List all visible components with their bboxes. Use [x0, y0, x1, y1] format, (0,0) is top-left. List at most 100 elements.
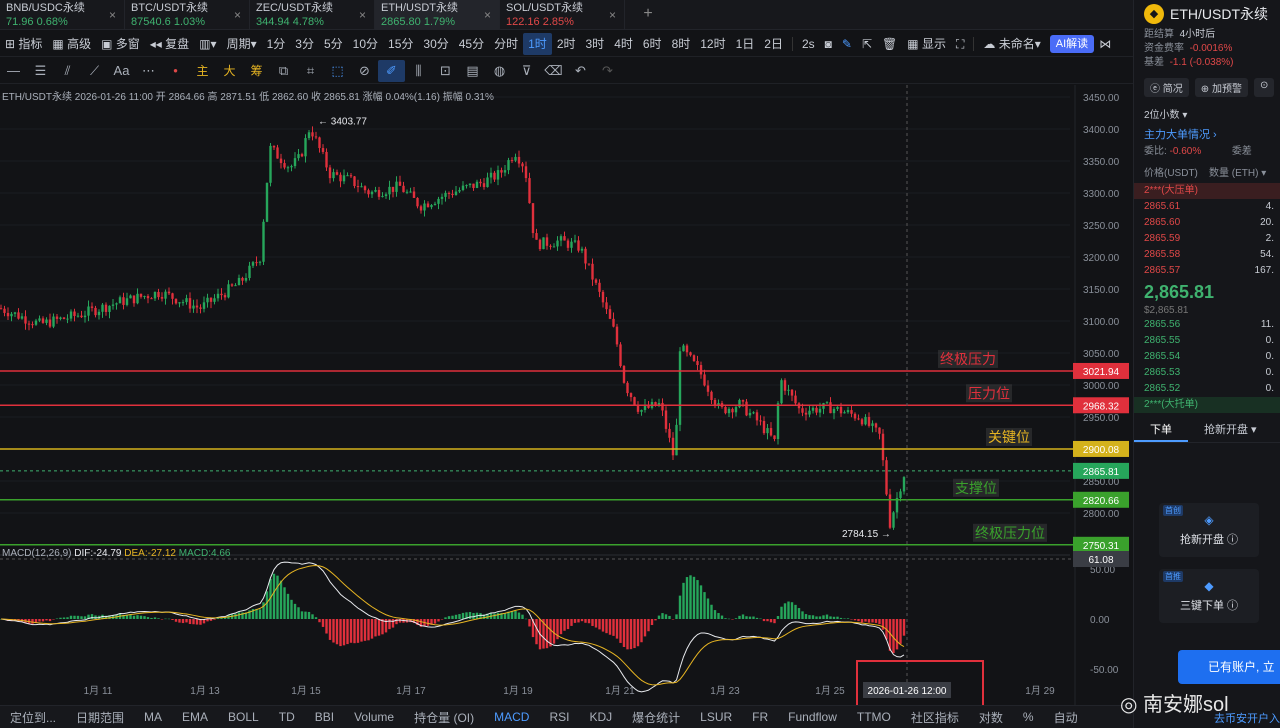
horizontal-line-icon[interactable]: —	[0, 60, 27, 82]
indicator-toggle[interactable]: 定位到...	[0, 709, 66, 726]
select-icon[interactable]: ⬚	[324, 60, 351, 82]
orderbook-row[interactable]: 2865.59 2.	[1134, 231, 1280, 247]
crop-icon[interactable]: ⌗	[297, 60, 324, 82]
alert-button[interactable]: ⊕ 加预警	[1194, 78, 1248, 97]
pen-icon[interactable]: ✎	[837, 33, 857, 55]
indicator-toggle[interactable]: Volume	[344, 710, 404, 724]
interval-button[interactable]: 2日	[759, 33, 788, 55]
interval-button[interactable]: 2时	[552, 33, 581, 55]
indicator-toggle[interactable]: FR	[742, 710, 778, 724]
ai-interpret-button[interactable]: AI解读	[1049, 34, 1095, 53]
indicator-toggle[interactable]: %	[1013, 710, 1044, 724]
indicator-toggle[interactable]: 爆仓统计	[622, 709, 690, 726]
replay-button[interactable]: ◂◂ 复盘	[145, 33, 194, 55]
interval-button[interactable]: 8时	[667, 33, 696, 55]
symbol-tab[interactable]: ETH/USDT永续 2865.80 1.79% ×	[375, 0, 500, 30]
big-order-tool[interactable]: 大	[216, 60, 243, 82]
indicator-toggle[interactable]: BBI	[305, 710, 344, 724]
brush-icon[interactable]: ◍	[486, 60, 513, 82]
more-button[interactable]: ⊙	[1253, 78, 1275, 97]
orderbook-row[interactable]: 2865.60 20.	[1134, 215, 1280, 231]
interval-button[interactable]: 12时	[695, 33, 730, 55]
share-network-icon[interactable]: ⋈	[1094, 33, 1116, 55]
orderbook-row[interactable]: 2865.58 54.	[1134, 247, 1280, 263]
orderbook-row[interactable]: 2865.54 0.	[1134, 349, 1280, 365]
account-button[interactable]: 已有账户, 立	[1178, 650, 1280, 684]
indicator-toggle[interactable]: MACD	[484, 710, 539, 724]
indicator-toggle[interactable]: MA	[134, 710, 172, 724]
interval-button[interactable]: 30分	[418, 33, 453, 55]
interval-button[interactable]: 4时	[609, 33, 638, 55]
filter-icon[interactable]: ⊽	[513, 60, 540, 82]
orderbook-row[interactable]: 2865.55 0.	[1134, 333, 1280, 349]
tab-order[interactable]: 下单	[1134, 417, 1188, 442]
symbol-tab[interactable]: BTC/USDT永续 87540.6 1.03% ×	[125, 0, 250, 30]
indicator-toggle[interactable]: 日期范围	[66, 709, 134, 726]
interval-button[interactable]: 1日	[731, 33, 760, 55]
indicator-toggle[interactable]: RSI	[539, 710, 579, 724]
more-tools-icon[interactable]: ⋯	[135, 60, 162, 82]
indicator-toggle[interactable]: 对数	[969, 709, 1013, 726]
indicator-toggle[interactable]: TD	[269, 710, 305, 724]
orderbook-row[interactable]: 2865.53 0.	[1134, 365, 1280, 381]
main-force-link[interactable]: 主力大单情况 ›	[1134, 125, 1280, 145]
interval-button[interactable]: 1时	[523, 32, 552, 55]
interval-button[interactable]: 3时	[581, 33, 610, 55]
close-icon[interactable]: ×	[359, 8, 366, 22]
redo-icon[interactable]: ↷	[594, 60, 621, 82]
period-dropdown[interactable]: 周期▾	[222, 33, 262, 55]
close-icon[interactable]: ×	[234, 8, 241, 22]
grab-new-card[interactable]: 首创 ◈ 抢新开盘 ⓘ	[1159, 503, 1259, 557]
orderbook-row[interactable]: 2865.61 4.	[1134, 199, 1280, 215]
visibility-icon[interactable]: ▤	[459, 60, 486, 82]
indicator-toggle[interactable]: 社区指标	[901, 709, 969, 726]
pencil-draw-icon[interactable]: ✐	[378, 59, 405, 82]
interval-button[interactable]: 分时	[489, 33, 523, 55]
chart-canvas[interactable]: 3450.00 3400.00 3350.00 3300.00 3250.00 3200.…	[0, 85, 1133, 705]
orderbook-row[interactable]: 2865.52 0.	[1134, 381, 1280, 397]
price-chart[interactable]: 3450.00 3400.00 3350.00 3300.00 3250.00 3200.…	[0, 85, 1133, 705]
text-tool[interactable]: Aa	[108, 60, 135, 82]
symbol-tab[interactable]: BNB/USDC永续 71.96 0.68% ×	[0, 0, 125, 30]
copy-icon[interactable]: ⧉	[270, 60, 297, 82]
indicator-toggle[interactable]: Fundflow	[778, 710, 847, 724]
orderbook-row[interactable]: 2865.57 167.	[1134, 263, 1280, 279]
three-key-card[interactable]: 首推 ◆ 三键下单 ⓘ	[1159, 569, 1259, 623]
lock-icon[interactable]: ⊡	[432, 60, 459, 82]
layout-dropdown[interactable]: ☁ 未命名▾	[978, 33, 1045, 55]
add-tab-icon[interactable]: +	[633, 0, 663, 29]
chart-type-icon[interactable]: ▥▾	[194, 33, 221, 55]
indicators-button[interactable]: ⊞ 指标	[0, 33, 47, 55]
info-button[interactable]: ⓔ 简况	[1144, 78, 1189, 97]
indicator-toggle[interactable]: TTMO	[847, 710, 901, 724]
indicator-toggle[interactable]: KDJ	[579, 710, 622, 724]
interval-button[interactable]: 10分	[348, 33, 383, 55]
interval-button[interactable]: 1分	[262, 33, 291, 55]
close-icon[interactable]: ×	[109, 8, 116, 22]
parallel-channel-icon[interactable]: ⫽	[54, 60, 81, 82]
close-icon[interactable]: ×	[484, 8, 491, 22]
interval-button[interactable]: 3分	[290, 33, 319, 55]
columns-icon[interactable]: ⫼	[405, 60, 432, 82]
refresh-rate[interactable]: 2s	[797, 33, 820, 55]
indicator-toggle[interactable]: 持仓量 (OI)	[404, 709, 484, 726]
multi-window-button[interactable]: ▣ 多窗	[96, 33, 145, 55]
indicator-toggle[interactable]: BOLL	[218, 710, 269, 724]
delete-icon[interactable]: ⌫	[540, 60, 567, 82]
display-button[interactable]: ▦ 显示	[902, 33, 951, 55]
interval-button[interactable]: 15分	[383, 33, 418, 55]
advanced-button[interactable]: ▦ 高级	[47, 33, 96, 55]
orderbook-row[interactable]: 2865.56 11.	[1134, 317, 1280, 333]
camera-icon[interactable]: ◙	[820, 33, 837, 55]
interval-button[interactable]: 45分	[454, 33, 489, 55]
precision-dropdown[interactable]: 2位小数 ▾	[1134, 107, 1280, 125]
multi-line-icon[interactable]: ☰	[27, 60, 54, 82]
indicator-toggle[interactable]: 自动	[1044, 709, 1088, 726]
symbol-tab[interactable]: ZEC/USDT永续 344.94 4.78% ×	[250, 0, 375, 30]
indicator-toggle[interactable]: LSUR	[690, 710, 742, 724]
trash-icon[interactable]: 🗑	[877, 33, 902, 55]
interval-button[interactable]: 6时	[638, 33, 667, 55]
main-chart-tool[interactable]: 主	[189, 60, 216, 82]
undo-icon[interactable]: ↶	[567, 60, 594, 82]
symbol-tab[interactable]: SOL/USDT永续 122.16 2.85% ×	[500, 0, 625, 30]
